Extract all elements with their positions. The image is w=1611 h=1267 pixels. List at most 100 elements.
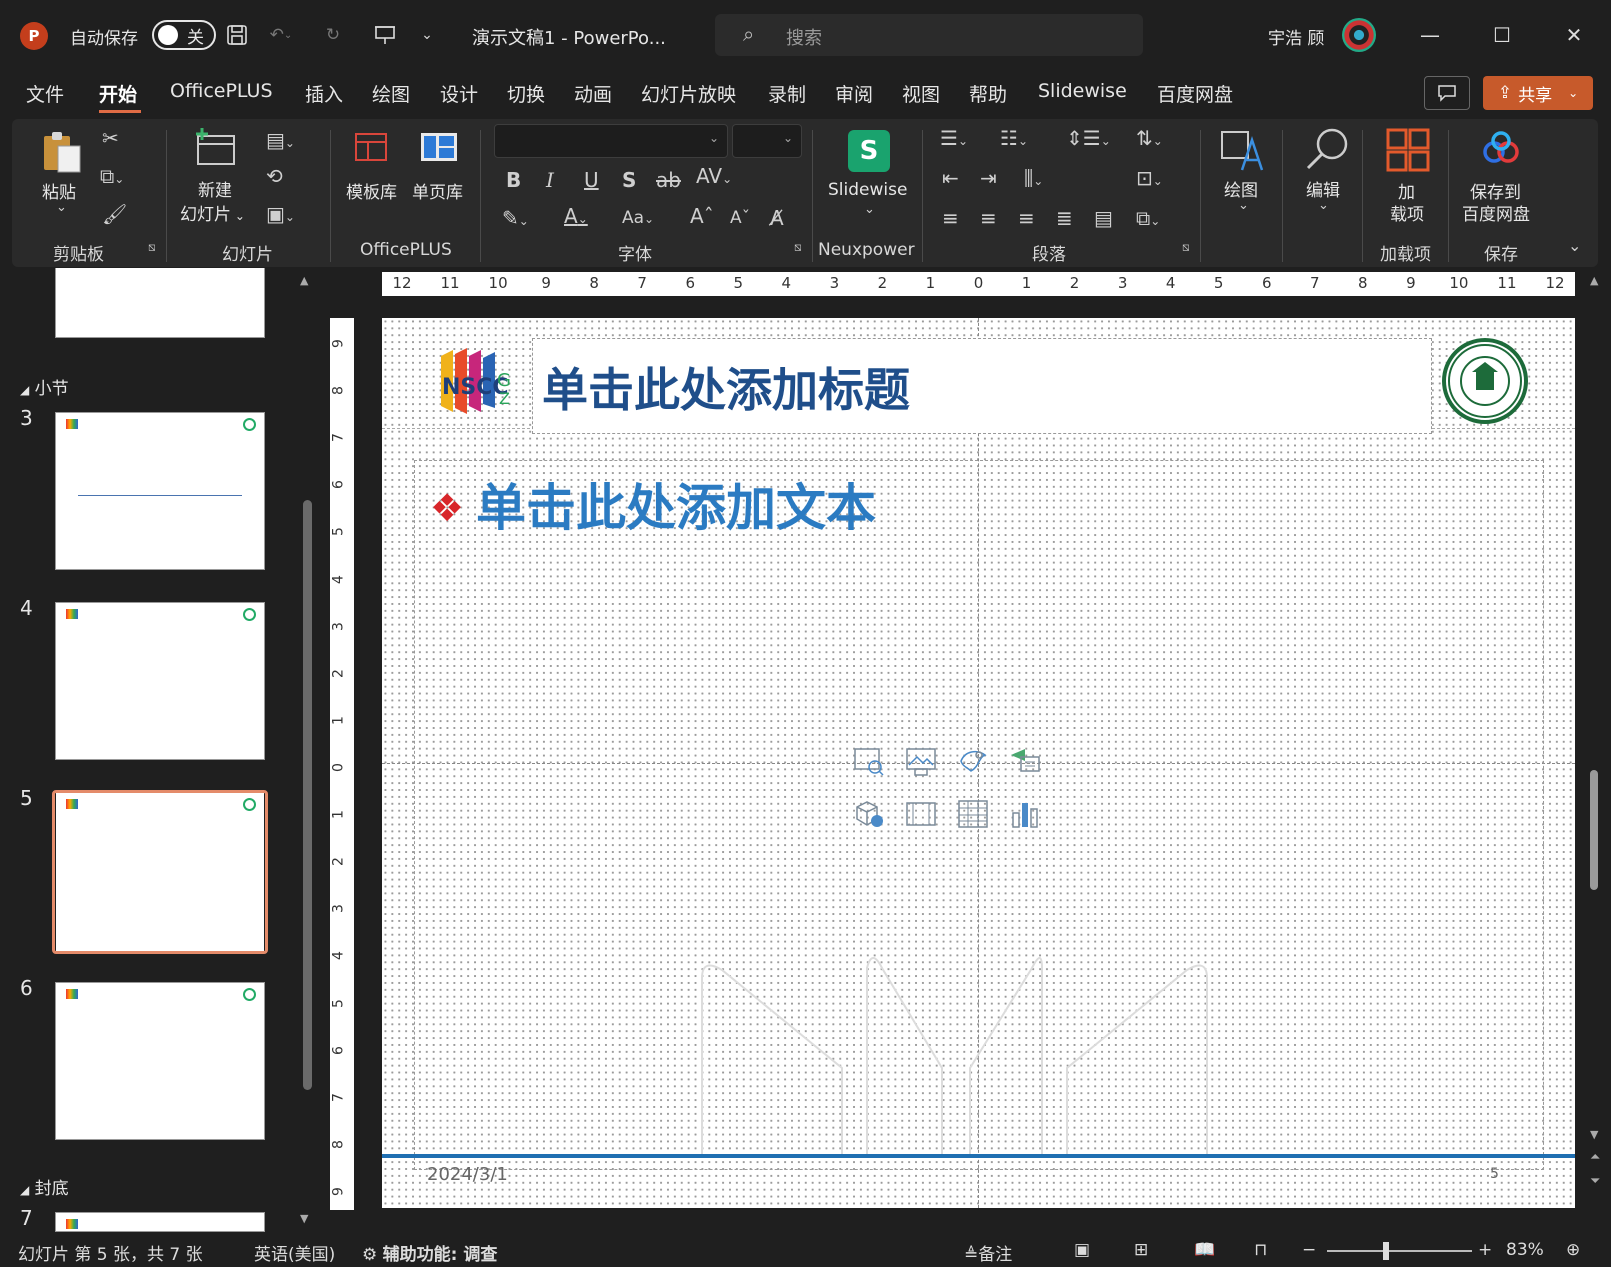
language-status[interactable]: 英语(美国)	[254, 1240, 335, 1265]
date-footer[interactable]: 2024/3/1	[427, 1164, 508, 1185]
content-placeholder-text[interactable]: 单击此处添加文本	[476, 468, 876, 540]
customize-qat-icon[interactable]: ⌄	[412, 20, 442, 50]
tab-file[interactable]: 文件	[26, 80, 64, 107]
tab-officeplus[interactable]: OfficePLUS	[170, 80, 273, 102]
scroll-down-icon[interactable]: ▼	[300, 1212, 308, 1225]
slide-thumbnail-4[interactable]	[55, 602, 265, 760]
section-icon[interactable]: ▣⌄	[266, 202, 295, 226]
slide-thumbnail-2[interactable]	[55, 268, 265, 338]
thumbnail-scrollbar[interactable]	[303, 500, 312, 1090]
search-box[interactable]	[715, 14, 1143, 56]
drawing-icon[interactable]	[1220, 128, 1264, 177]
icons-insert-icon[interactable]	[954, 744, 992, 780]
layout-icon[interactable]: ▤⌄	[266, 128, 295, 152]
pictures-icon[interactable]	[902, 744, 940, 780]
close-icon[interactable]: ✕	[1554, 18, 1594, 52]
redo-icon[interactable]: ↻	[318, 20, 348, 50]
next-slide-icon[interactable]: ⏷	[1590, 1174, 1600, 1189]
tab-insert[interactable]: 插入	[305, 80, 343, 107]
strikethrough-button[interactable]: ab	[656, 168, 681, 192]
scroll-up-icon[interactable]: ▲	[300, 274, 308, 287]
tab-help[interactable]: 帮助	[969, 80, 1007, 107]
line-spacing-icon[interactable]: ⇕☰⌄	[1066, 126, 1111, 150]
addins-label-2[interactable]: 载项	[1390, 200, 1424, 225]
normal-view-icon[interactable]: ▣	[1074, 1240, 1090, 1260]
font-color-icon[interactable]: A⌄	[564, 204, 588, 228]
justify-icon[interactable]: ≣	[1056, 206, 1073, 230]
align-left-icon[interactable]: ≡	[942, 206, 959, 230]
autosave-toggle[interactable]: 关	[152, 20, 216, 50]
chart-icon[interactable]	[1006, 796, 1044, 832]
format-painter-icon[interactable]: 🖌	[102, 202, 127, 226]
user-name[interactable]: 宇浩 顾	[1268, 24, 1324, 49]
table-icon[interactable]	[954, 796, 992, 832]
dialog-launcher-icon[interactable]: ⧅	[148, 240, 156, 255]
slide-sorter-icon[interactable]: ⊞	[1134, 1240, 1148, 1260]
chevron-down-icon[interactable]: ⌄	[1238, 198, 1249, 213]
tab-design[interactable]: 设计	[440, 80, 478, 107]
shrink-font-button[interactable]: Aˇ	[730, 208, 750, 228]
collapse-ribbon-icon[interactable]: ⌄	[1568, 236, 1581, 255]
slide-number-footer[interactable]: 5	[1490, 1166, 1499, 1182]
undo-icon[interactable]: ↶ ⌄	[266, 20, 296, 50]
tab-transitions[interactable]: 切换	[507, 80, 545, 107]
fit-to-window-icon[interactable]: ⊕	[1566, 1240, 1580, 1260]
addins-icon[interactable]	[1386, 128, 1430, 177]
slide-thumbnail-5[interactable]	[56, 793, 264, 951]
grow-font-button[interactable]: Aˆ	[690, 204, 714, 228]
char-spacing-button[interactable]: AV⌄	[696, 164, 732, 188]
copy-icon[interactable]: ⧉⌄	[100, 164, 124, 188]
new-slide-label-2[interactable]: 幻灯片 ⌄	[180, 200, 245, 225]
comments-button[interactable]	[1424, 76, 1470, 110]
tab-view[interactable]: 视图	[902, 80, 940, 107]
bold-button[interactable]: B	[506, 168, 521, 192]
zoom-in-icon[interactable]: +	[1478, 1240, 1492, 1260]
underline-button[interactable]: U	[584, 168, 599, 192]
smartart-icon[interactable]	[1006, 744, 1044, 780]
new-slide-icon[interactable]	[192, 126, 238, 170]
save-icon[interactable]	[222, 20, 252, 50]
increase-indent-icon[interactable]: ⇥	[980, 166, 997, 190]
smartart-convert-icon[interactable]: ⧉⌄	[1136, 206, 1160, 230]
italic-button[interactable]: I	[546, 168, 554, 192]
slide-thumbnail-6[interactable]	[55, 982, 265, 1140]
font-size-dropdown[interactable]: ⌄	[732, 124, 802, 158]
scroll-down-icon[interactable]: ▼	[1590, 1128, 1598, 1141]
chevron-down-icon[interactable]: ⌄	[56, 200, 67, 215]
change-case-button[interactable]: Aa⌄	[622, 208, 654, 228]
tab-slideshow[interactable]: 幻灯片放映	[641, 80, 736, 107]
canvas-scrollbar[interactable]	[1590, 770, 1598, 890]
reset-icon[interactable]: ⟲	[266, 164, 283, 188]
video-icon[interactable]	[902, 796, 940, 832]
align-center-icon[interactable]: ≡	[980, 206, 997, 230]
tab-draw[interactable]: 绘图	[372, 80, 410, 107]
clear-formatting-icon[interactable]: A̸	[770, 206, 784, 230]
avatar[interactable]	[1342, 18, 1376, 52]
slide-thumbnail-3[interactable]	[55, 412, 265, 570]
zoom-slider[interactable]	[1327, 1250, 1472, 1252]
distributed-icon[interactable]: ▤	[1094, 206, 1113, 230]
new-slide-label[interactable]: 新建	[198, 176, 232, 201]
slide-canvas[interactable]: NSCC G Z 单击此处添加标题 ❖ 单击此处添加文本 2024/3/1 5	[382, 318, 1575, 1208]
single-page-library-label[interactable]: 单页库	[412, 178, 463, 203]
tab-slidewise[interactable]: Slidewise	[1038, 80, 1127, 102]
template-library-label[interactable]: 模板库	[346, 178, 397, 203]
previous-slide-icon[interactable]: ⏶	[1590, 1150, 1600, 1165]
bullets-icon[interactable]: ☰⌄	[940, 126, 968, 150]
zoom-out-icon[interactable]: −	[1302, 1240, 1316, 1260]
shadow-button[interactable]: S	[622, 168, 636, 192]
zoom-level[interactable]: 83%	[1506, 1240, 1544, 1260]
slide-count-status[interactable]: 幻灯片 第 5 张，共 7 张	[18, 1240, 203, 1265]
template-library-icon[interactable]	[354, 132, 388, 167]
stock-images-icon[interactable]	[850, 744, 888, 780]
baidu-cloud-icon[interactable]	[1480, 130, 1522, 171]
tab-review[interactable]: 审阅	[835, 80, 873, 107]
numbering-icon[interactable]: ☷⌄	[1000, 126, 1028, 150]
share-button[interactable]: ⇪ 共享 ⌄	[1483, 76, 1593, 110]
section-label[interactable]: ◢ 封底	[20, 1174, 69, 1199]
minimize-icon[interactable]: —	[1410, 18, 1450, 52]
accessibility-status[interactable]: ⚙ 辅助功能: 调查	[362, 1240, 497, 1265]
columns-icon[interactable]: ⫼⌄	[1024, 166, 1043, 190]
3d-models-icon[interactable]	[850, 796, 888, 832]
editing-search-icon[interactable]	[1302, 126, 1350, 177]
